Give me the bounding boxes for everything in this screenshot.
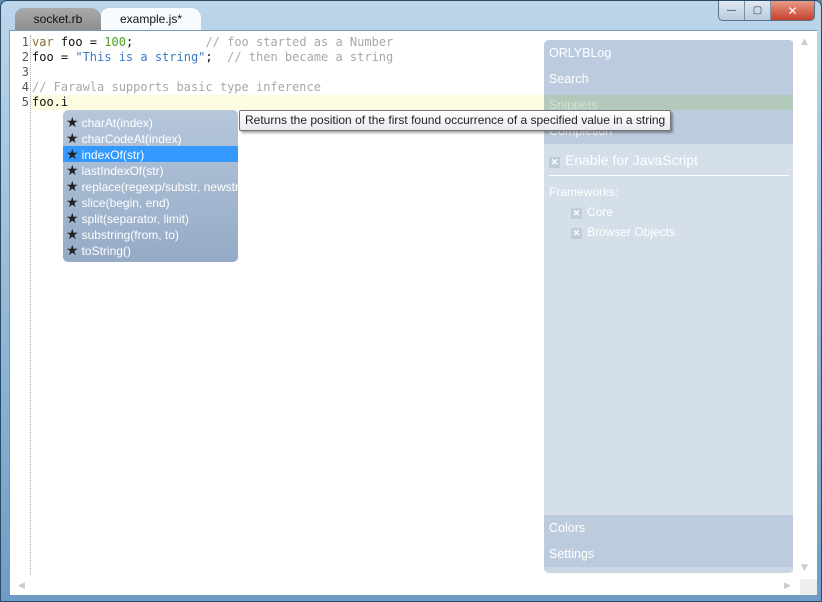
autocomplete-item[interactable]: ★ toString(): [63, 242, 238, 258]
framework-browser-objects-label: Browser Objects: [587, 225, 676, 239]
star-icon: ★: [66, 146, 79, 162]
line-number: 2: [21, 50, 29, 64]
maximize-icon: ▢: [752, 5, 763, 16]
line-number-gutter: 1 2 3 4 5: [10, 35, 29, 110]
autocomplete-item[interactable]: ★ charAt(index): [63, 114, 238, 130]
enable-javascript-label: Enable for JavaScript: [565, 152, 699, 168]
star-icon: ★: [66, 162, 79, 178]
code-line[interactable]: foo = "This is a string"; // then became…: [32, 50, 393, 65]
client-area: 1 2 3 4 5 var foo = 100; // foo started …: [9, 30, 817, 595]
title-bar[interactable]: socket.rb example.js* — ▢ ✕: [1, 1, 822, 31]
close-button[interactable]: ✕: [771, 1, 814, 20]
code-token: ;: [205, 50, 228, 64]
framework-core-checkbox[interactable]: ✕ Core: [549, 202, 789, 222]
star-icon: ★: [66, 178, 79, 194]
panel-line-highlight: [544, 95, 796, 110]
scrollbar-corner: [800, 579, 817, 595]
frameworks-label: Frameworks:: [549, 185, 619, 199]
autocomplete-item-label: slice(begin, end): [81, 196, 170, 210]
star-icon: ★: [66, 194, 79, 210]
autocomplete-item[interactable]: ★ charCodeAt(index): [63, 130, 238, 146]
horizontal-scrollbar[interactable]: ◀ ▶: [10, 579, 800, 595]
code-line[interactable]: var foo = 100; // foo started as a Numbe…: [32, 35, 393, 50]
code-token: // Farawla supports basic type inference: [32, 80, 321, 94]
line-number: 3: [21, 65, 29, 79]
tab-socket-rb[interactable]: socket.rb: [15, 8, 101, 30]
code-token: var: [32, 35, 54, 49]
framework-core-label: Core: [587, 205, 614, 219]
code-token: foo.i: [32, 95, 69, 109]
scroll-down-icon[interactable]: ▼: [801, 563, 808, 573]
code-token: // foo started as a Number: [205, 35, 394, 49]
panel-section-search[interactable]: Search: [544, 66, 794, 92]
maximize-button[interactable]: ▢: [745, 1, 771, 20]
autocomplete-item[interactable]: ★ split(separator, limit): [63, 210, 238, 226]
scroll-right-icon[interactable]: ▶: [784, 581, 791, 591]
star-icon: ★: [66, 114, 79, 130]
code-line[interactable]: foo.i: [32, 95, 393, 110]
star-icon: ★: [66, 130, 79, 146]
divider: [549, 175, 789, 176]
scroll-left-icon[interactable]: ◀: [18, 581, 25, 591]
minimize-icon: —: [726, 5, 737, 16]
star-icon: ★: [66, 242, 79, 258]
code-token: "This is a string": [75, 50, 206, 64]
checkbox-checked-icon: ✕: [549, 157, 560, 168]
autocomplete-item-label: split(separator, limit): [81, 212, 189, 226]
minimize-button[interactable]: —: [719, 1, 745, 20]
line-number: 5: [21, 95, 29, 109]
autocomplete-item[interactable]: ★ replace(regexp/substr, newstr): [63, 178, 238, 194]
panel-section-colors[interactable]: Colors: [544, 515, 794, 541]
code-token: // then became a string: [227, 50, 394, 64]
framework-browser-objects-checkbox[interactable]: ✕ Browser Objects: [549, 222, 789, 242]
checkbox-checked-icon: ✕: [571, 228, 582, 239]
autocomplete-item-label: replace(regexp/substr, newstr): [81, 180, 238, 194]
star-icon: ★: [66, 210, 79, 226]
code-token: ;: [125, 35, 206, 49]
line-number: 1: [21, 35, 29, 49]
checkbox-checked-icon: ✕: [571, 208, 582, 219]
autocomplete-item-label: charAt(index): [81, 116, 153, 130]
code-lines[interactable]: var foo = 100; // foo started as a Numbe…: [32, 35, 393, 110]
autocomplete-item-label: toString(): [81, 244, 131, 258]
enable-javascript-checkbox[interactable]: ✕ Enable for JavaScript: [549, 149, 789, 171]
autocomplete-popup: ★ charAt(index) ★ charCodeAt(index) ★ indexOf…: [63, 110, 238, 262]
gutter-divider: [30, 35, 31, 575]
autocomplete-tooltip: Returns the position of the first found …: [239, 110, 672, 131]
line-number: 4: [21, 80, 29, 94]
code-line[interactable]: // Farawla supports basic type inference: [32, 80, 393, 95]
close-icon: ✕: [787, 3, 798, 18]
app-window: socket.rb example.js* — ▢ ✕ 1 2 3 4 5 va…: [0, 0, 822, 602]
panel-section-settings[interactable]: Settings: [544, 541, 794, 567]
autocomplete-item[interactable]: ★ lastIndexOf(str): [63, 162, 238, 178]
autocomplete-item-label: charCodeAt(index): [81, 132, 182, 146]
panel-section-orlyblog[interactable]: ORLYBLog: [544, 40, 794, 66]
autocomplete-item[interactable]: ★ substring(from, to): [63, 226, 238, 242]
panel-footer: Colors Settings: [544, 515, 794, 573]
star-icon: ★: [66, 226, 79, 242]
tab-example-js[interactable]: example.js*: [101, 8, 201, 30]
scroll-up-icon[interactable]: ▲: [801, 37, 808, 47]
autocomplete-item[interactable]: ★ indexOf(str): [63, 146, 238, 162]
code-token: foo =: [53, 35, 105, 49]
autocomplete-item-label: lastIndexOf(str): [81, 164, 164, 178]
code-token: foo =: [32, 50, 76, 64]
vertical-scrollbar[interactable]: ▲ ▼: [793, 31, 817, 579]
completion-settings: ✕ Enable for JavaScript Frameworks: ✕ Core…: [544, 144, 794, 247]
autocomplete-item[interactable]: ★ slice(begin, end): [63, 194, 238, 210]
window-controls: — ▢ ✕: [718, 1, 815, 21]
autocomplete-item-label: substring(from, to): [81, 228, 179, 242]
panel-bottom-edge: [544, 567, 794, 573]
autocomplete-item-label: indexOf(str): [81, 148, 145, 162]
code-token: 100: [104, 35, 126, 49]
code-line[interactable]: [32, 65, 393, 80]
